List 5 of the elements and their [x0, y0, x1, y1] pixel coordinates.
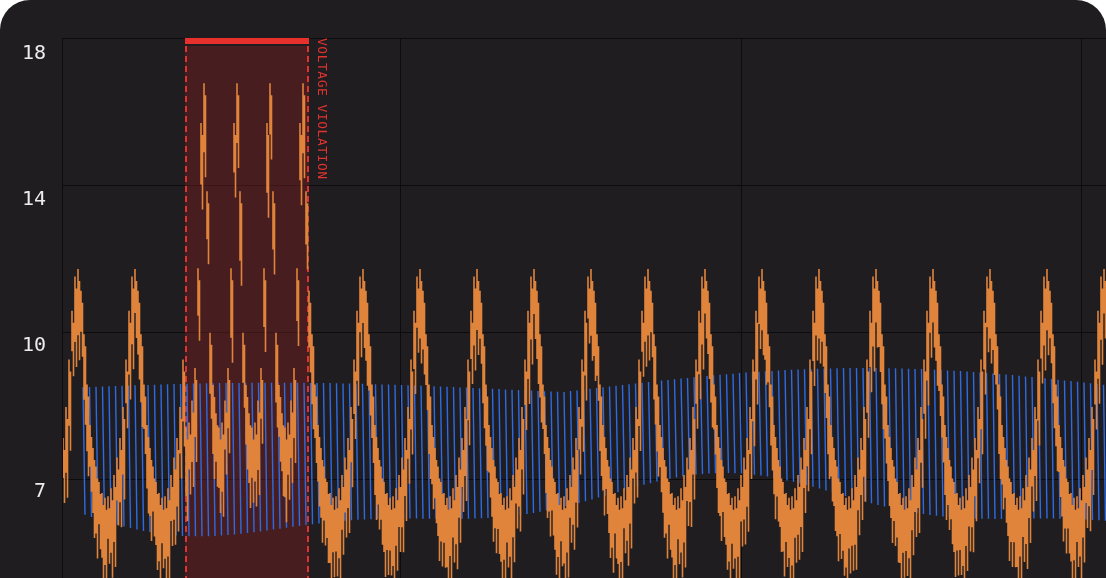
- y-axis-label: 7: [33, 478, 46, 504]
- y-axis-label: 14: [21, 186, 46, 212]
- y-axis-label: 10: [21, 332, 46, 358]
- y-axis-label: 18: [21, 40, 46, 66]
- violation-label: VOLTAGE VIOLATION: [315, 38, 330, 180]
